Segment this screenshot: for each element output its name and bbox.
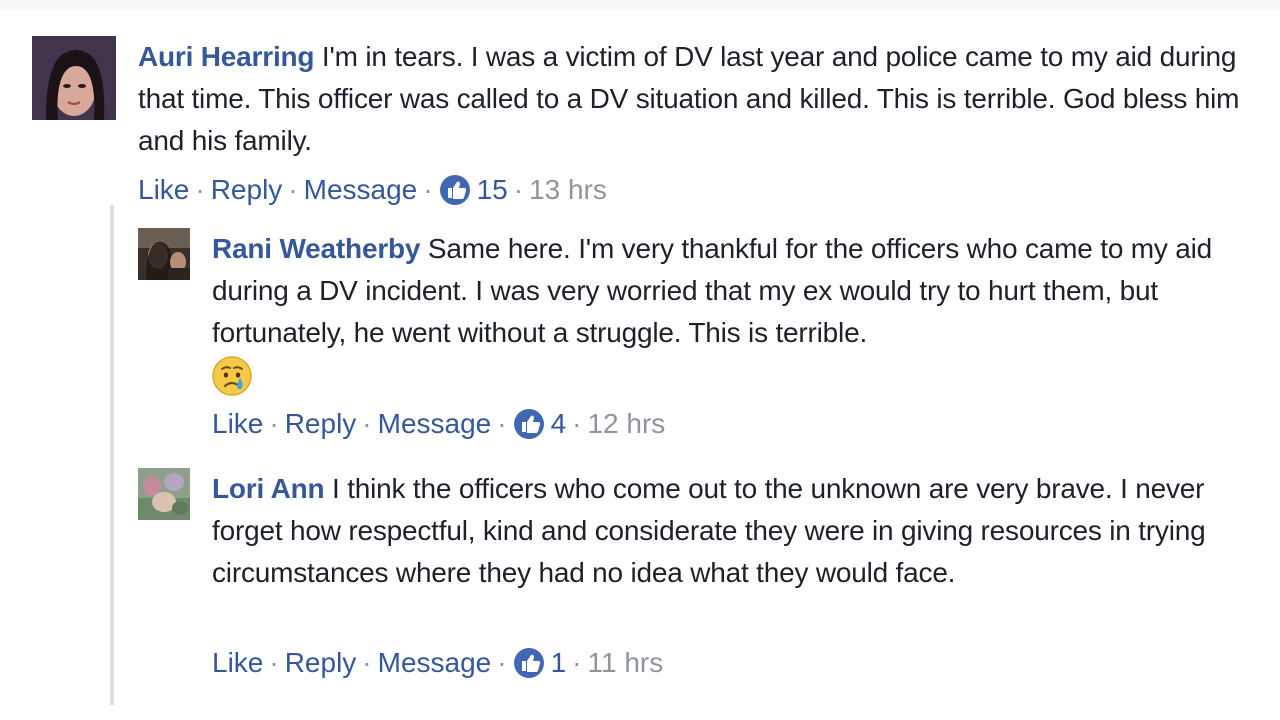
comment-body: Rani Weatherby Same here. I'm very thank… xyxy=(212,228,1242,354)
separator-dot: · xyxy=(497,408,507,439)
like-count-value: 15 xyxy=(476,174,508,205)
avatar-photo-icon xyxy=(32,36,116,120)
separator-dot: · xyxy=(497,647,507,678)
comment-actions: Like · Reply · Message · 15 · 13 hrs xyxy=(138,172,607,208)
separator-dot: · xyxy=(269,408,279,439)
avatar-photo-icon xyxy=(138,468,190,520)
reply-link[interactable]: Reply xyxy=(285,645,357,681)
reply-thread-rail xyxy=(110,205,114,705)
avatar[interactable] xyxy=(138,228,190,280)
thumbs-up-icon xyxy=(439,175,470,205)
separator-dot: · xyxy=(572,647,582,678)
separator-dot: · xyxy=(513,174,524,205)
like-count-value: 4 xyxy=(550,408,567,439)
separator-dot: · xyxy=(269,647,279,678)
top-divider xyxy=(0,0,1280,10)
comment-thread: Auri Hearring I'm in tears. I was a vict… xyxy=(0,0,1280,720)
comment-actions: Like · Reply · Message · 1 · 11 hrs xyxy=(212,645,663,681)
timestamp[interactable]: 13 hrs xyxy=(529,172,607,208)
separator-dot: · xyxy=(362,408,372,439)
like-count[interactable]: 1 xyxy=(513,645,567,681)
separator-dot: · xyxy=(288,174,298,205)
like-link[interactable]: Like xyxy=(212,645,263,681)
comment-author[interactable]: Auri Hearring xyxy=(138,41,315,72)
comment-text: I think the officers who come out to the… xyxy=(212,473,1206,588)
like-count[interactable]: 15 xyxy=(439,172,508,208)
separator-dot: · xyxy=(423,174,433,205)
separator-dot: · xyxy=(195,174,205,205)
like-link[interactable]: Like xyxy=(212,406,263,442)
separator-dot: · xyxy=(362,647,372,678)
separator-dot: · xyxy=(572,408,582,439)
comment-body: Lori Ann I think the officers who come o… xyxy=(212,468,1242,594)
avatar-photo-icon xyxy=(138,228,190,280)
comment-body: Auri Hearring I'm in tears. I was a vict… xyxy=(138,36,1258,162)
timestamp[interactable]: 11 hrs xyxy=(587,645,663,681)
reply-link[interactable]: Reply xyxy=(285,406,357,442)
avatar[interactable] xyxy=(138,468,190,520)
crying-face-icon xyxy=(212,356,252,396)
message-link[interactable]: Message xyxy=(304,172,418,208)
thumbs-up-icon xyxy=(513,409,544,439)
comment-author[interactable]: Lori Ann xyxy=(212,473,325,504)
timestamp[interactable]: 12 hrs xyxy=(587,406,665,442)
like-link[interactable]: Like xyxy=(138,172,189,208)
reply-link[interactable]: Reply xyxy=(211,172,283,208)
comment-author[interactable]: Rani Weatherby xyxy=(212,233,420,264)
message-link[interactable]: Message xyxy=(378,406,492,442)
avatar[interactable] xyxy=(32,36,116,120)
comment-actions: Like · Reply · Message · 4 · 12 hrs xyxy=(212,406,665,442)
thumbs-up-icon xyxy=(513,648,544,678)
like-count[interactable]: 4 xyxy=(513,406,567,442)
like-count-value: 1 xyxy=(550,647,567,678)
message-link[interactable]: Message xyxy=(378,645,492,681)
